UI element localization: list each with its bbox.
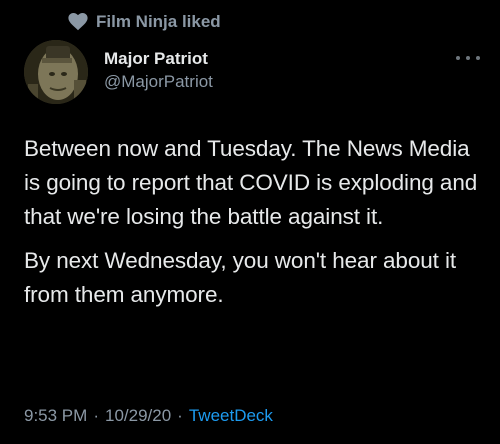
more-horizontal-icon[interactable] <box>456 50 480 66</box>
tweet-source-link[interactable]: TweetDeck <box>189 406 273 426</box>
tweet-meta: 9:53 PM · 10/29/20 · TweetDeck <box>24 406 273 426</box>
social-context[interactable]: Film Ninja liked <box>68 10 221 34</box>
more-dot <box>466 56 470 60</box>
avatar-image <box>24 40 88 104</box>
meta-separator: · <box>177 406 183 425</box>
heart-icon <box>68 13 88 31</box>
author-handle[interactable]: @MajorPatriot <box>104 71 213 93</box>
more-dot <box>476 56 480 60</box>
avatar[interactable] <box>24 40 88 104</box>
tweet[interactable]: Film Ninja liked Major Patriot @MajorPat… <box>0 0 500 444</box>
tweet-paragraph: Between now and Tuesday. The News Media … <box>24 136 478 229</box>
author-info[interactable]: Major Patriot @MajorPatriot <box>104 48 213 93</box>
tweet-paragraph: By next Wednesday, you won't hear about … <box>24 248 457 307</box>
tweet-date[interactable]: 10/29/20 <box>105 406 171 426</box>
more-dot <box>456 56 460 60</box>
tweet-text: Between now and Tuesday. The News Media … <box>24 132 484 322</box>
tweet-time[interactable]: 9:53 PM <box>24 406 87 426</box>
author-display-name[interactable]: Major Patriot <box>104 48 213 70</box>
social-context-label: Film Ninja liked <box>96 12 221 31</box>
meta-separator: · <box>93 406 99 425</box>
